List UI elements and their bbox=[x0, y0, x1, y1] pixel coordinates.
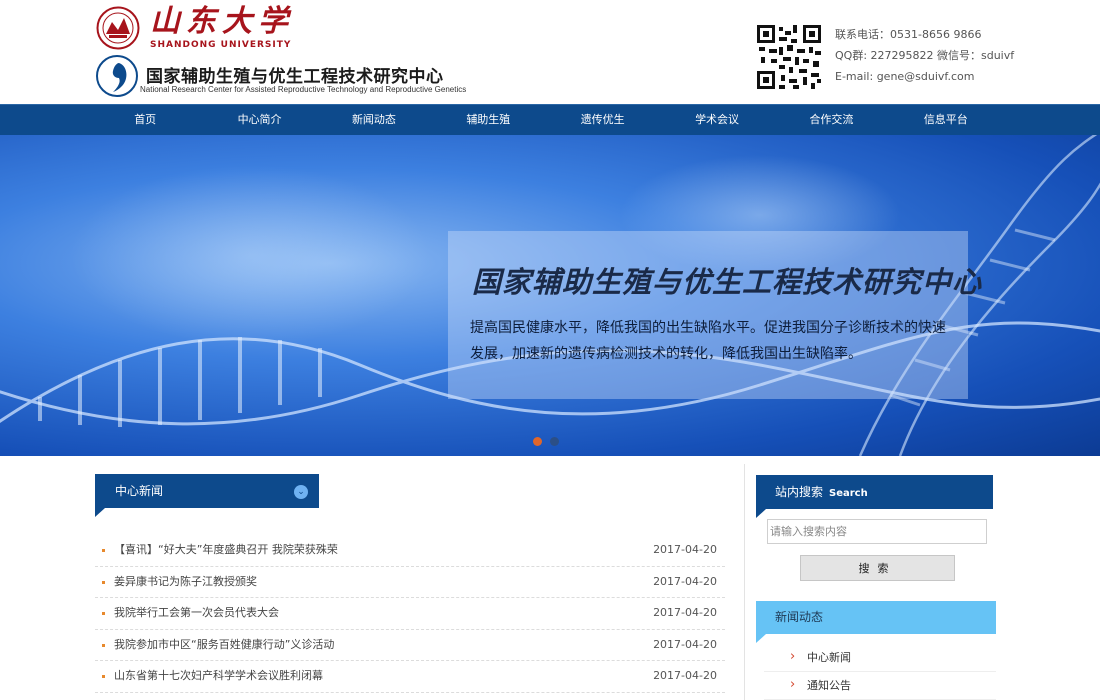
news-item[interactable]: 姜异康书记为陈子江教授颁奖 2017-04-20 bbox=[95, 567, 725, 598]
nav-item-conferences[interactable]: 学术会议 bbox=[660, 105, 774, 136]
nav-item-assisted-reproduction[interactable]: 辅助生殖 bbox=[431, 105, 545, 136]
search-input[interactable] bbox=[767, 519, 987, 544]
contact-info: 联系电话：0531-8656 9866 QQ群: 227295822 微信号：s… bbox=[835, 24, 1014, 87]
site-header: 山东大学 SHANDONG UNIVERSITY 国家辅助生殖与优生工程技术研究… bbox=[0, 0, 1100, 104]
sidebar-link-notices[interactable]: 通知公告 bbox=[764, 671, 996, 700]
news-item[interactable]: 【喜讯】“好大夫”年度盛典召开 我院荣获殊荣 2017-04-20 bbox=[95, 535, 725, 567]
carousel-indicators bbox=[533, 437, 559, 446]
site-search-title-en: Search bbox=[829, 488, 868, 499]
news-list: 【喜讯】“好大夫”年度盛典召开 我院荣获殊荣 2017-04-20 姜异康书记为陈… bbox=[95, 535, 725, 693]
news-date: 2017-04-20 bbox=[653, 669, 717, 682]
contact-qq-wechat: QQ群: 227295822 微信号：sduivf bbox=[835, 49, 1015, 62]
nav-item-home[interactable]: 首页 bbox=[88, 105, 202, 136]
center-news-title: 中心新闻 bbox=[115, 484, 164, 498]
university-name: 山东大学 bbox=[150, 4, 294, 39]
university-name-en: SHANDONG UNIVERSITY bbox=[150, 40, 292, 50]
contact-phone: 联系电话：0531-8656 9866 bbox=[835, 28, 982, 41]
news-item[interactable]: 我院参加市中区“服务百姓健康行动”义诊活动 2017-04-20 bbox=[95, 630, 725, 661]
qr-code-icon bbox=[755, 23, 823, 91]
news-date: 2017-04-20 bbox=[653, 543, 717, 556]
news-title[interactable]: 姜异康书记为陈子江教授颁奖 bbox=[114, 575, 257, 588]
center-news-section: 中心新闻 ⌄ 【喜讯】“好大夫”年度盛典召开 我院荣获殊荣 2017-04-20 … bbox=[95, 474, 725, 693]
site-search-title: 站内搜索 bbox=[775, 485, 824, 499]
carousel-dot-1[interactable] bbox=[533, 437, 542, 446]
news-title[interactable]: 【喜讯】“好大夫”年度盛典召开 我院荣获殊荣 bbox=[114, 543, 338, 556]
news-date: 2017-04-20 bbox=[653, 606, 717, 619]
news-updates-heading: 新闻动态 bbox=[756, 601, 996, 643]
more-chevron-icon[interactable]: ⌄ bbox=[294, 485, 308, 499]
nav-item-cooperation[interactable]: 合作交流 bbox=[774, 105, 888, 136]
center-logo-icon[interactable] bbox=[95, 54, 139, 98]
contact-email[interactable]: E-mail: gene@sduivf.com bbox=[835, 66, 1014, 87]
banner-title: 国家辅助生殖与优生工程技术研究中心 bbox=[472, 265, 983, 299]
carousel-dot-2[interactable] bbox=[550, 437, 559, 446]
main-nav: 首页 中心简介 新闻动态 辅助生殖 遗传优生 学术会议 合作交流 信息平台 bbox=[0, 104, 1100, 135]
news-date: 2017-04-20 bbox=[653, 574, 717, 588]
hero-banner[interactable]: 国家辅助生殖与优生工程技术研究中心 提高国民健康水平，降低我国的出生缺陷水平。促… bbox=[0, 135, 1100, 456]
news-title[interactable]: 我院参加市中区“服务百姓健康行动”义诊活动 bbox=[114, 638, 334, 651]
banner-description: 提高国民健康水平，降低我国的出生缺陷水平。促进我国分子诊断技术的快速发展，加速新… bbox=[470, 320, 946, 362]
news-title[interactable]: 山东省第十七次妇产科学学术会议胜利闭幕 bbox=[114, 669, 323, 682]
news-updates-list: 中心新闻 通知公告 bbox=[764, 643, 996, 700]
center-name-cn: 国家辅助生殖与优生工程技术研究中心 bbox=[146, 67, 444, 87]
site-search-heading: 站内搜索 Search bbox=[756, 475, 993, 518]
sidebar: 站内搜索 Search 搜索 新闻动态 中心新闻 通知公告 bbox=[756, 475, 996, 700]
column-divider bbox=[744, 464, 745, 700]
nav-item-about[interactable]: 中心简介 bbox=[202, 105, 316, 136]
banner-caption-box: 国家辅助生殖与优生工程技术研究中心 提高国民健康水平，降低我国的出生缺陷水平。促… bbox=[448, 231, 981, 399]
center-news-heading: 中心新闻 ⌄ bbox=[95, 474, 319, 517]
shandong-university-seal-icon bbox=[96, 6, 140, 50]
nav-item-news[interactable]: 新闻动态 bbox=[317, 105, 431, 136]
search-button[interactable]: 搜索 bbox=[800, 555, 955, 581]
center-name-en: National Research Center for Assisted Re… bbox=[140, 85, 467, 94]
news-item[interactable]: 山东省第十七次妇产科学学术会议胜利闭幕 2017-04-20 bbox=[95, 661, 725, 693]
nav-item-info-platform[interactable]: 信息平台 bbox=[889, 105, 1003, 136]
sidebar-link-center-news[interactable]: 中心新闻 bbox=[764, 643, 996, 672]
news-title[interactable]: 我院举行工会第一次会员代表大会 bbox=[114, 606, 279, 619]
news-date: 2017-04-20 bbox=[653, 637, 717, 651]
news-item[interactable]: 我院举行工会第一次会员代表大会 2017-04-20 bbox=[95, 598, 725, 630]
nav-item-genetics[interactable]: 遗传优生 bbox=[546, 105, 660, 136]
